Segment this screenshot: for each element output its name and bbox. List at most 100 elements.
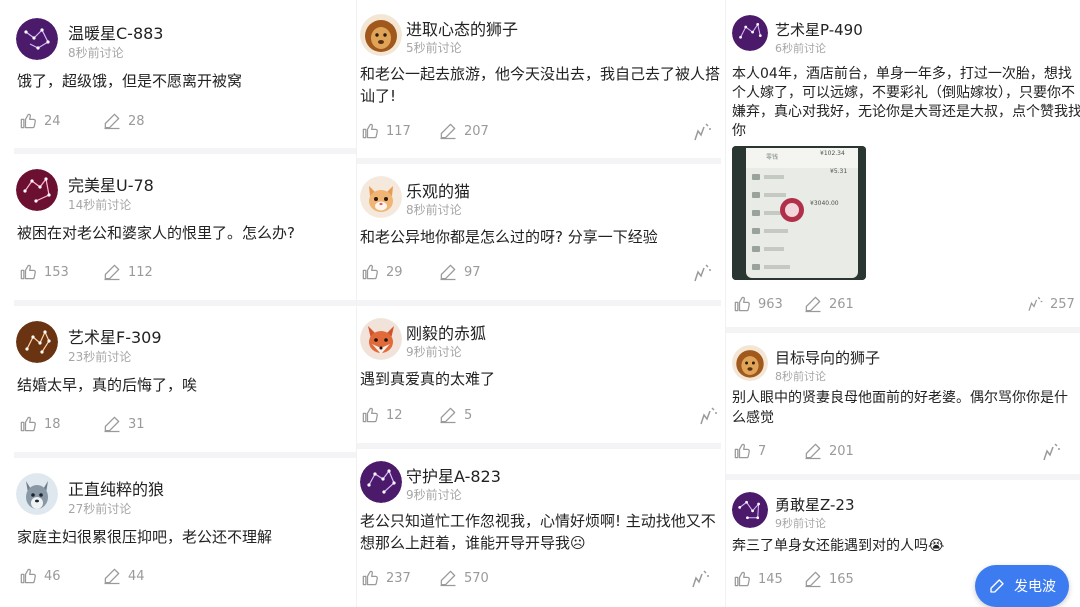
post-body-line-3[interactable]: 嫌弃，真心对我好，无论你是大哥还是大叔，点个赞我找 <box>732 102 1080 122</box>
like-count: 12 <box>386 407 403 423</box>
avatar-wolf-icon[interactable] <box>16 473 58 515</box>
like-count: 24 <box>44 113 61 129</box>
avatar-cat-icon[interactable] <box>360 176 402 218</box>
feed-column-1: 温暖星C-883 8秒前讨论 饿了，超级饿，但是不愿离开被窝 24 28 完美星… <box>0 0 362 607</box>
post-card[interactable]: 完美星U-78 14秒前讨论 被困在对老公和婆家人的恨里了。怎么办? 153 1… <box>0 152 362 302</box>
post-signal-button[interactable]: 发电波 <box>975 565 1069 607</box>
post-author-name[interactable]: 乐观的猫 <box>406 178 470 202</box>
like-count: 117 <box>386 123 411 139</box>
pencil-icon <box>440 264 456 281</box>
post-body-line-2[interactable]: 想那么上赶着，谁能开导开导我☹ <box>360 533 721 554</box>
avatar-lion-icon[interactable] <box>732 345 768 381</box>
post-body-line-4[interactable]: 你 <box>732 121 1080 141</box>
post-body-line-1[interactable]: 别人眼中的贤妻良母他面前的好老婆。偶尔骂你你是什 <box>732 388 1080 408</box>
spark-button[interactable]: 257 <box>1024 294 1075 314</box>
comment-button[interactable]: 44 <box>102 566 145 586</box>
pencil-icon <box>104 113 120 130</box>
avatar-fox-icon[interactable] <box>360 318 402 360</box>
post-body[interactable]: 被困在对老公和婆家人的恨里了。怎么办? <box>17 223 357 244</box>
post-card[interactable]: 乐观的猫 8秒前讨论 和老公异地你都是怎么过的呀? 分享一下经验 29 97 <box>357 162 721 302</box>
like-button[interactable]: 46 <box>18 566 61 586</box>
like-button[interactable]: 117 <box>360 121 411 141</box>
thumbs-up-icon <box>362 407 378 423</box>
like-button[interactable]: 29 <box>360 262 403 282</box>
like-button[interactable]: 963 <box>732 294 783 314</box>
like-count: 145 <box>758 571 783 587</box>
post-body-line-2[interactable]: 么感觉 <box>732 408 1080 428</box>
post-author-name[interactable]: 守护星A-823 <box>406 463 501 487</box>
avatar-constellation-icon[interactable] <box>360 461 402 503</box>
post-body-line-2[interactable]: 讪了! <box>360 86 721 107</box>
post-body[interactable]: 饿了，超级饿，但是不愿离开被窝 <box>17 71 357 92</box>
avatar-constellation-icon[interactable] <box>16 321 58 363</box>
avatar-constellation-icon[interactable] <box>732 15 768 51</box>
post-author-name[interactable]: 艺术星P-490 <box>775 19 863 40</box>
post-body[interactable]: 和老公异地你都是怎么过的呀? 分享一下经验 <box>360 227 721 248</box>
post-signal-label: 发电波 <box>1014 579 1056 595</box>
like-button[interactable]: 7 <box>732 441 766 461</box>
comment-button[interactable]: 261 <box>803 294 854 314</box>
comment-button[interactable]: 201 <box>803 441 854 461</box>
post-author-name[interactable]: 目标导向的狮子 <box>775 347 880 368</box>
comment-button[interactable]: 207 <box>438 121 489 141</box>
post-body[interactable]: 家庭主妇很累很压抑吧，老公还不理解 <box>17 527 357 548</box>
comment-button[interactable]: 5 <box>438 405 472 425</box>
like-button[interactable]: 237 <box>360 568 411 588</box>
comment-button[interactable]: 97 <box>438 262 481 282</box>
pencil-icon <box>440 570 456 587</box>
post-author-name[interactable]: 正直纯粹的狼 <box>68 476 164 500</box>
comment-button[interactable]: 112 <box>102 262 153 282</box>
post-author-name[interactable]: 艺术星F-309 <box>68 324 162 348</box>
comment-count: 112 <box>128 264 153 280</box>
post-body[interactable]: 遇到真爱真的太难了 <box>360 369 721 390</box>
thumbs-up-icon <box>20 264 36 280</box>
spark-button-icon[interactable] <box>695 404 719 428</box>
comment-button[interactable]: 28 <box>102 111 145 131</box>
pencil-icon <box>805 571 821 588</box>
avatar-lion-icon[interactable] <box>360 14 402 56</box>
avatar-constellation-icon[interactable] <box>16 169 58 211</box>
post-card[interactable]: 正直纯粹的狼 27秒前讨论 家庭主妇很累很压抑吧，老公还不理解 46 44 <box>0 456 362 607</box>
like-button[interactable]: 153 <box>18 262 69 282</box>
post-body[interactable]: 奔三了单身女还能遇到对的人吗😭 <box>732 536 1080 556</box>
post-author-name[interactable]: 进取心态的狮子 <box>406 16 518 40</box>
post-card[interactable]: 守护星A-823 9秒前讨论 老公只知道忙工作忽视我，心情好烦啊! 主动找他又不… <box>357 447 721 607</box>
post-card[interactable]: 艺术星P-490 6秒前讨论 本人04年，酒店前台，单身一年多，打过一次胎，想找… <box>726 0 1080 330</box>
post-body-line-1[interactable]: 和老公一起去旅游，他今天没出去，我自己去了被人搭 <box>360 64 721 85</box>
comment-button[interactable]: 165 <box>803 569 854 589</box>
post-body-line-1[interactable]: 本人04年，酒店前台，单身一年多，打过一次胎，想找 <box>732 64 1080 84</box>
post-body[interactable]: 结婚太早，真的后悔了，唉 <box>17 375 357 396</box>
like-button[interactable]: 18 <box>18 414 61 434</box>
spark-button-icon[interactable] <box>687 567 711 591</box>
post-time: 5秒前讨论 <box>406 41 462 55</box>
post-card[interactable]: 艺术星F-309 23秒前讨论 结婚太早，真的后悔了，唉 18 31 <box>0 304 362 454</box>
spark-button-icon[interactable] <box>1038 440 1062 464</box>
post-author-name[interactable]: 温暖星C-883 <box>68 20 164 44</box>
like-button[interactable]: 145 <box>732 569 783 589</box>
like-button[interactable]: 24 <box>18 111 61 131</box>
post-card[interactable]: 目标导向的狮子 8秒前讨论 别人眼中的贤妻良母他面前的好老婆。偶尔骂你你是什 么… <box>726 331 1080 477</box>
post-body-line-1[interactable]: 老公只知道忙工作忽视我，心情好烦啊! 主动找他又不 <box>360 511 721 532</box>
post-card[interactable]: 刚毅的赤狐 9秒前讨论 遇到真爱真的太难了 12 5 <box>357 304 721 444</box>
thumbs-up-icon <box>362 123 378 139</box>
spark-button-icon[interactable] <box>689 120 713 144</box>
like-count: 237 <box>386 570 411 586</box>
post-card[interactable]: 温暖星C-883 8秒前讨论 饿了，超级饿，但是不愿离开被窝 24 28 <box>0 0 362 150</box>
post-author-name[interactable]: 勇敢星Z-23 <box>775 494 855 515</box>
comment-count: 97 <box>464 264 481 280</box>
avatar-constellation-icon[interactable] <box>732 492 768 528</box>
comment-button[interactable]: 31 <box>102 414 145 434</box>
like-button[interactable]: 12 <box>360 405 403 425</box>
post-card[interactable]: 进取心态的狮子 5秒前讨论 和老公一起去旅游，他今天没出去，我自己去了被人搭 讪… <box>357 0 721 160</box>
post-author-name[interactable]: 完美星U-78 <box>68 172 154 196</box>
image-amount-2: ¥5.31 <box>830 168 848 175</box>
post-image-wallet-screenshot[interactable]: 零钱 ¥102.34 ¥5.31 ¥3040.00 <box>732 146 866 280</box>
like-count: 18 <box>44 416 61 432</box>
comment-button[interactable]: 570 <box>438 568 489 588</box>
spark-button-icon[interactable] <box>689 261 713 285</box>
post-author-name[interactable]: 刚毅的赤狐 <box>406 320 486 344</box>
avatar-constellation-icon[interactable] <box>16 18 58 60</box>
comment-count: 44 <box>128 568 145 584</box>
post-body-line-2[interactable]: 个人嫁了，可以远嫁，不要彩礼（倒贴嫁妆），只要你不 <box>732 83 1080 103</box>
feed-column-3: 艺术星P-490 6秒前讨论 本人04年，酒店前台，单身一年多，打过一次胎，想找… <box>725 0 1080 607</box>
